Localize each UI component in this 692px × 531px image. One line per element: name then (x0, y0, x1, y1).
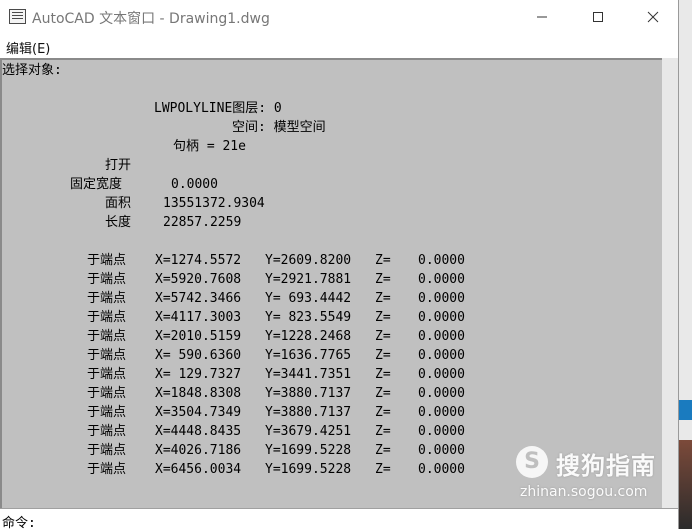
vertex-x: X=3504.7349 (155, 405, 242, 420)
vertex-label: 于端点 (87, 291, 127, 306)
close-icon (647, 11, 659, 23)
vertex-z-label: Z= (375, 272, 391, 287)
vertex-z-label: Z= (375, 367, 391, 382)
vertex-z-label: Z= (375, 443, 391, 458)
command-prompt: 命令: (2, 516, 36, 531)
area-value: 13551372.9304 (163, 196, 265, 211)
fixed-width-label: 固定宽度 (70, 177, 123, 192)
vertex-z: 0.0000 (418, 253, 465, 268)
vertex-z: 0.0000 (418, 443, 465, 458)
select-objects-prompt: 选择对象: (2, 63, 62, 78)
vertex-label: 于端点 (87, 367, 127, 382)
vertex-y: Y=2609.8200 (265, 253, 352, 268)
vertex-x: X=1848.8308 (155, 386, 242, 401)
vertex-z: 0.0000 (418, 367, 465, 382)
vertex-z-label: Z= (375, 253, 391, 268)
vertex-z: 0.0000 (418, 272, 465, 287)
fixed-width-value: 0.0000 (171, 177, 218, 192)
vertex-z-label: Z= (375, 405, 391, 420)
entity-status: 打开 (105, 158, 132, 173)
vertex-z-label: Z= (375, 462, 391, 477)
vertex-x: X=2010.5159 (155, 329, 242, 344)
vertex-label: 于端点 (87, 272, 127, 287)
vertex-y: Y=1228.2468 (265, 329, 352, 344)
title-bar[interactable]: AutoCAD 文本窗口 - Drawing1.dwg (0, 0, 678, 36)
vertex-y: Y=3679.4251 (265, 424, 352, 439)
vertex-x: X=5742.3466 (155, 291, 242, 306)
vertex-z-label: Z= (375, 329, 391, 344)
vertex-y: Y=1699.5228 (265, 462, 352, 477)
vertex-z: 0.0000 (418, 462, 465, 477)
menu-edit[interactable]: 编辑(E) (6, 38, 50, 57)
entity-space: 空间: 模型空间 (232, 120, 326, 135)
vertex-y: Y=3441.7351 (265, 367, 352, 382)
background-accent (679, 400, 692, 420)
vertex-z-label: Z= (375, 310, 391, 325)
vertex-y: Y=1636.7765 (265, 348, 352, 363)
length-label: 长度 (105, 215, 132, 230)
vertex-z: 0.0000 (418, 424, 465, 439)
vertex-x: X= 590.6360 (155, 348, 242, 363)
vertex-y: Y=3880.7137 (265, 386, 352, 401)
entity-handle: 句柄 = 21e (173, 139, 246, 154)
vertex-label: 于端点 (87, 424, 127, 439)
vertex-z-label: Z= (375, 386, 391, 401)
sogou-watermark: S 搜狗指南 zhinan.sogou.com (516, 442, 676, 508)
vertex-z-label: Z= (375, 424, 391, 439)
vertex-x: X=4448.8435 (155, 424, 242, 439)
vertex-x: X= 129.7327 (155, 367, 242, 382)
watermark-url: zhinan.sogou.com (520, 484, 648, 500)
vertex-z-label: Z= (375, 291, 391, 306)
autocad-text-window-icon (9, 9, 26, 24)
vertex-x: X=4117.3003 (155, 310, 242, 325)
vertex-y: Y=3880.7137 (265, 405, 352, 420)
vertex-label: 于端点 (87, 462, 127, 477)
window-title: AutoCAD 文本窗口 - Drawing1.dwg (32, 11, 270, 27)
close-button[interactable] (625, 0, 681, 34)
vertex-label: 于端点 (87, 329, 127, 344)
maximize-button[interactable] (570, 0, 626, 34)
vertex-label: 于端点 (87, 310, 127, 325)
vertex-z: 0.0000 (418, 386, 465, 401)
vertex-y: Y=1699.5228 (265, 443, 352, 458)
vertical-scrollbar[interactable] (662, 58, 678, 508)
menu-bar: 编辑(E) (0, 36, 678, 58)
vertex-z: 0.0000 (418, 310, 465, 325)
vertex-label: 于端点 (87, 405, 127, 420)
vertex-x: X=4026.7186 (155, 443, 242, 458)
vertex-y: Y=2921.7881 (265, 272, 352, 287)
text-history-area[interactable]: 选择对象: LWPOLYLINE图层: 0 空间: 模型空间 句柄 = 21e … (0, 58, 678, 508)
area-label: 面积 (105, 196, 132, 211)
vertex-z: 0.0000 (418, 329, 465, 344)
watermark-brand: 搜狗指南 (556, 452, 656, 480)
vertex-label: 于端点 (87, 386, 127, 401)
vertex-y: Y= 693.4442 (265, 291, 352, 306)
command-line[interactable]: 命令: (0, 508, 678, 531)
vertex-z: 0.0000 (418, 405, 465, 420)
vertex-z: 0.0000 (418, 291, 465, 306)
length-value: 22857.2259 (163, 215, 242, 230)
vertex-label: 于端点 (87, 253, 127, 268)
background-image-edge (679, 440, 692, 529)
vertex-z: 0.0000 (418, 348, 465, 363)
sogou-logo: S (516, 446, 548, 478)
vertex-label: 于端点 (87, 348, 127, 363)
vertex-x: X=5920.7608 (155, 272, 242, 287)
minimize-button[interactable] (514, 0, 570, 34)
vertex-z-label: Z= (375, 348, 391, 363)
vertex-label: 于端点 (87, 443, 127, 458)
vertex-x: X=6456.0034 (155, 462, 242, 477)
vertex-y: Y= 823.5549 (265, 310, 352, 325)
entity-type-layer: LWPOLYLINE图层: 0 (154, 101, 282, 116)
vertex-x: X=1274.5572 (155, 253, 242, 268)
maximize-icon (593, 12, 603, 22)
minimize-icon (537, 16, 547, 18)
